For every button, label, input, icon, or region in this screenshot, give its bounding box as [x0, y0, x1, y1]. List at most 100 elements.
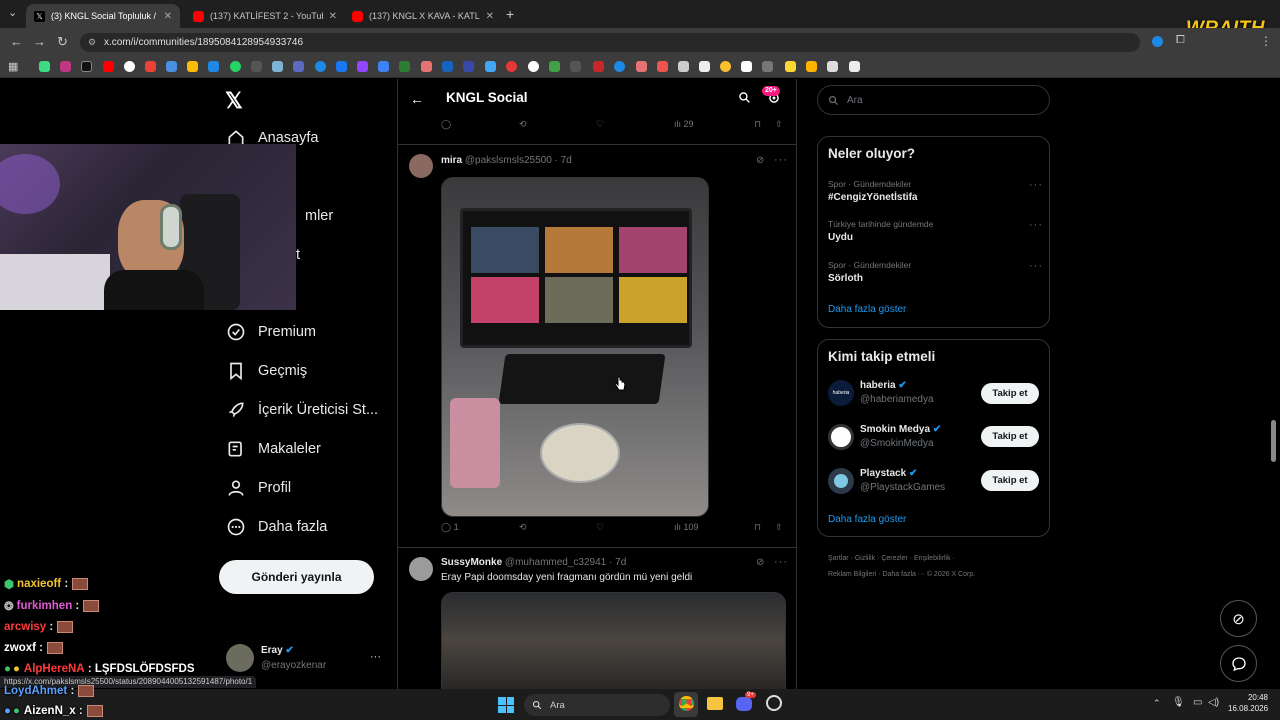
bookmark-icon[interactable]: [678, 61, 689, 72]
bookmark-icon[interactable]: [741, 61, 752, 72]
share-icon[interactable]: ⇧: [775, 522, 783, 533]
grok-icon[interactable]: ⊘: [756, 557, 764, 568]
tab-search-icon[interactable]: ⌄: [8, 6, 17, 19]
show-more-link[interactable]: Daha fazla göster: [828, 514, 906, 525]
sidebar-item-partial[interactable]: t: [296, 247, 300, 263]
sidebar-item-profile[interactable]: Profil: [226, 473, 291, 503]
footer-link[interactable]: Çerezler: [881, 555, 907, 562]
avatar[interactable]: [226, 644, 254, 672]
grok-fab-icon[interactable]: ⊘: [1220, 600, 1257, 637]
scrollbar-thumb[interactable]: [1271, 420, 1276, 462]
tray-arrow-icon[interactable]: ⌃: [1153, 698, 1161, 709]
bookmark-icon[interactable]: [124, 61, 135, 72]
bookmark-icon[interactable]: [570, 61, 581, 72]
windows-start-icon[interactable]: [498, 697, 514, 713]
network-icon[interactable]: ▭: [1193, 697, 1202, 708]
post-time[interactable]: · 7d: [555, 155, 572, 166]
views-count[interactable]: ılı 109: [674, 522, 699, 532]
post-video[interactable]: [441, 592, 786, 689]
bookmark-icon[interactable]: [720, 61, 731, 72]
sidebar-item-creator-studio[interactable]: İçerik Üreticisi St...: [226, 395, 378, 425]
bookmark-icon[interactable]: [593, 61, 604, 72]
bookmark-icon[interactable]: ⊓: [754, 119, 761, 130]
site-info-icon[interactable]: ⚙: [88, 33, 96, 52]
back-arrow-icon[interactable]: ←: [410, 91, 424, 107]
like-icon[interactable]: ♡: [596, 119, 604, 130]
views-count[interactable]: ılı 29: [674, 119, 694, 129]
grok-icon[interactable]: ⊘: [756, 155, 764, 166]
back-icon[interactable]: ←: [10, 34, 23, 49]
author-name[interactable]: mira: [441, 155, 462, 166]
bookmark-icon[interactable]: [699, 61, 710, 72]
search-icon[interactable]: [738, 91, 751, 104]
follow-button[interactable]: Takip et: [981, 383, 1039, 404]
x-logo-icon[interactable]: 𝕏: [225, 88, 243, 114]
avatar[interactable]: [828, 468, 854, 494]
bookmark-icon[interactable]: [293, 61, 304, 72]
close-icon[interactable]: ✕: [329, 11, 337, 22]
bookmark-icon[interactable]: [272, 61, 283, 72]
address-bar[interactable]: ⚙ x.com/i/communities/189508412895493374…: [80, 33, 1140, 52]
bookmark-icon[interactable]: [251, 61, 262, 72]
tab-youtube-2[interactable]: (137) KNGL X KAVA - KATLİFEST ✕: [344, 4, 502, 28]
extension-icon[interactable]: [1152, 36, 1163, 47]
trend-item[interactable]: Spor · Gündemdekiler #CengizYönetİstifa …: [828, 179, 1043, 203]
bookmark-icon[interactable]: [187, 61, 198, 72]
avatar[interactable]: [828, 424, 854, 450]
bookmark-icon[interactable]: [315, 61, 326, 72]
bookmark-icon[interactable]: [806, 61, 817, 72]
close-icon[interactable]: ✕: [486, 11, 494, 22]
sidebar-item-more[interactable]: Daha fazla: [226, 512, 327, 542]
share-icon[interactable]: ⇧: [775, 119, 783, 130]
trend-item[interactable]: Spor · Gündemdekiler Sörloth ···: [828, 260, 1043, 284]
post-more-icon[interactable]: ···: [774, 556, 788, 568]
bookmark-icon[interactable]: [636, 61, 647, 72]
puzzle-icon[interactable]: ⧠: [1176, 34, 1185, 47]
microphone-icon[interactable]: 🎙: [1172, 697, 1185, 708]
footer-link[interactable]: Gizlilik: [855, 555, 875, 562]
bookmark-icon[interactable]: [463, 61, 474, 72]
author-handle[interactable]: @pakslsmsls25500: [465, 155, 552, 166]
reload-icon[interactable]: ↻: [57, 34, 68, 50]
discord-icon[interactable]: [736, 697, 752, 711]
bookmark-icon[interactable]: [230, 61, 241, 72]
taskbar-search[interactable]: Ara: [524, 694, 670, 716]
avatar[interactable]: [409, 154, 433, 178]
sidebar-item-partial[interactable]: mler: [305, 208, 333, 224]
footer-link[interactable]: Reklam Bilgileri: [828, 571, 876, 578]
bookmark-icon[interactable]: [442, 61, 453, 72]
bookmark-icon[interactable]: [378, 61, 389, 72]
reply-icon[interactable]: ◯: [441, 119, 451, 130]
avatar[interactable]: [409, 557, 433, 581]
bookmark-icon[interactable]: [785, 61, 796, 72]
menu-icon[interactable]: ⋮: [1260, 34, 1272, 48]
footer-link[interactable]: Daha fazla ···: [882, 571, 924, 578]
bookmark-icon[interactable]: [762, 61, 773, 72]
follow-user[interactable]: Playstack ✔ @PlaystackGames: [860, 468, 945, 493]
footer-link[interactable]: Şartlar: [828, 555, 849, 562]
bookmark-icon[interactable]: [399, 61, 410, 72]
footer-link[interactable]: Erişilebilirlik: [914, 555, 951, 562]
tab-x[interactable]: 𝕏 (3) KNGL Social Topluluk / X ✕: [26, 4, 180, 28]
clock[interactable]: 20:48 16.08.2026: [1228, 693, 1268, 713]
bookmark-icon[interactable]: [657, 61, 668, 72]
repost-icon[interactable]: ⟲: [519, 522, 527, 533]
post-time[interactable]: · 7d: [609, 557, 626, 568]
bookmark-icon[interactable]: [81, 61, 92, 72]
follow-user[interactable]: haberia ✔ @haberiamedya: [860, 380, 934, 405]
account-more-button[interactable]: ···: [370, 651, 381, 663]
bookmark-icon[interactable]: [336, 61, 347, 72]
sidebar-item-premium[interactable]: Premium: [226, 317, 316, 347]
app-icon[interactable]: [766, 695, 782, 711]
volume-icon[interactable]: ◁): [1208, 697, 1219, 708]
bookmark-icon[interactable]: [208, 61, 219, 72]
post-more-icon[interactable]: ···: [774, 154, 788, 166]
author-handle[interactable]: @muhammed_c32941: [505, 557, 606, 568]
messages-fab[interactable]: [1220, 645, 1257, 682]
bookmark-icon[interactable]: [485, 61, 496, 72]
chrome-taskbar-button[interactable]: [674, 692, 698, 717]
follow-button[interactable]: Takip et: [981, 426, 1039, 447]
bookmark-icon[interactable]: [60, 61, 71, 72]
bookmark-icon[interactable]: [506, 61, 517, 72]
file-explorer-icon[interactable]: [707, 697, 723, 710]
